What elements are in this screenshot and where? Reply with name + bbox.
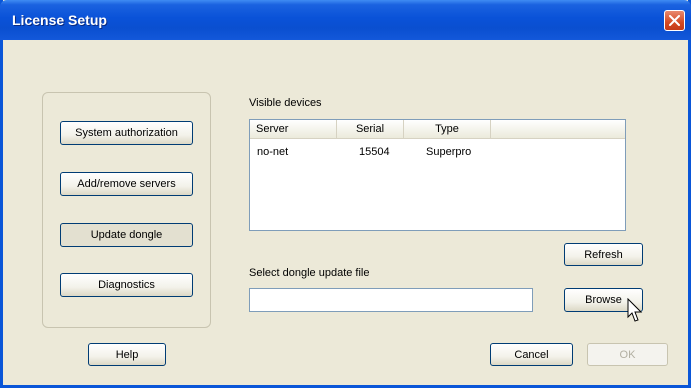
- devices-list-header: Server Serial Type: [250, 120, 625, 139]
- window-title: License Setup: [12, 12, 107, 28]
- mouse-cursor-icon: [627, 298, 643, 322]
- refresh-button[interactable]: Refresh: [564, 243, 643, 266]
- title-bar: License Setup: [0, 0, 691, 40]
- diagnostics-button[interactable]: Diagnostics: [60, 273, 193, 297]
- cell-type: Superpro: [426, 146, 472, 158]
- update-file-label: Select dongle update file: [249, 267, 370, 279]
- update-file-input[interactable]: [249, 288, 533, 312]
- system-authorization-button[interactable]: System authorization: [60, 121, 193, 145]
- license-setup-dialog: License Setup System authorization Add/r…: [0, 0, 691, 388]
- help-button[interactable]: Help: [88, 343, 166, 366]
- column-header-serial[interactable]: Serial: [337, 120, 404, 138]
- close-icon: [669, 15, 680, 26]
- cancel-button[interactable]: Cancel: [490, 343, 573, 366]
- visible-devices-label: Visible devices: [249, 97, 322, 109]
- ok-button[interactable]: OK: [587, 343, 668, 366]
- column-header-server[interactable]: Server: [250, 120, 337, 138]
- close-button[interactable]: [664, 10, 685, 31]
- cell-server: no-net: [257, 146, 289, 158]
- update-dongle-button[interactable]: Update dongle: [60, 223, 193, 247]
- column-header-type[interactable]: Type: [404, 120, 491, 138]
- devices-list[interactable]: Server Serial Type no-net 15504 Superpro: [249, 119, 626, 231]
- add-remove-servers-button[interactable]: Add/remove servers: [60, 172, 193, 196]
- cell-serial: 15504: [359, 146, 390, 158]
